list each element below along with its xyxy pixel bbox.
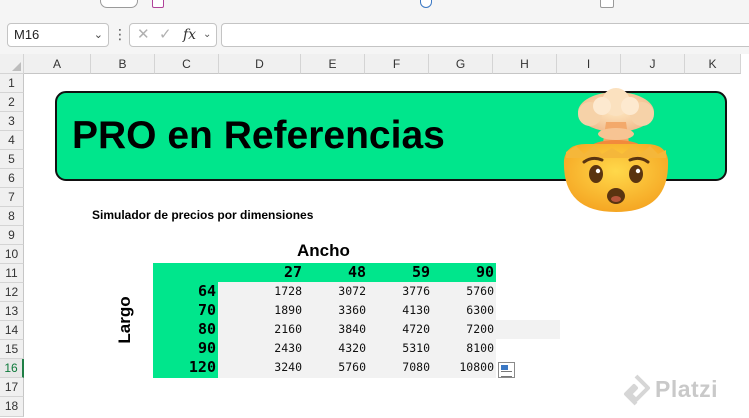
ribbon-icon[interactable]	[600, 0, 614, 8]
row-header[interactable]: 12	[0, 283, 24, 302]
ribbon-bar	[0, 0, 749, 16]
column-header[interactable]: E	[301, 54, 365, 74]
price-cell[interactable]: 3840	[306, 320, 366, 339]
ancho-value-cell[interactable]: 48	[306, 263, 366, 282]
name-box[interactable]: M16 ⌄	[7, 23, 109, 47]
ancho-value-cell[interactable]: 59	[370, 263, 430, 282]
ancho-value-cell[interactable]: 90	[434, 263, 494, 282]
chevron-down-icon[interactable]: ⌄	[203, 24, 211, 46]
price-cell[interactable]: 4320	[306, 339, 366, 358]
row-header[interactable]: 15	[0, 340, 24, 359]
cancel-icon[interactable]: ✕	[137, 24, 150, 46]
largo-value-cell[interactable]: 90	[156, 339, 216, 358]
price-cell[interactable]: 6300	[434, 301, 494, 320]
column-header[interactable]: H	[493, 54, 557, 74]
price-cell[interactable]: 4720	[370, 320, 430, 339]
row-header[interactable]: 3	[0, 112, 24, 131]
column-header[interactable]: C	[155, 54, 219, 74]
row-header[interactable]: 18	[0, 397, 24, 417]
confirm-icon[interactable]: ✓	[159, 24, 172, 46]
column-header[interactable]: G	[429, 54, 493, 74]
price-cell[interactable]: 5760	[306, 358, 366, 377]
price-cell[interactable]: 3072	[306, 282, 366, 301]
price-cell[interactable]: 3240	[242, 358, 302, 377]
price-cell[interactable]: 3776	[370, 282, 430, 301]
formula-input[interactable]	[221, 23, 749, 47]
price-cell[interactable]: 1728	[242, 282, 302, 301]
price-cell[interactable]: 4130	[370, 301, 430, 320]
column-header[interactable]: K	[685, 54, 741, 74]
column-header[interactable]: F	[365, 54, 429, 74]
platzi-logo-icon	[624, 374, 650, 406]
chevron-down-icon[interactable]: ⌄	[94, 24, 103, 46]
largo-label: Largo	[115, 296, 134, 344]
ancho-value-cell[interactable]: 27	[242, 263, 302, 282]
ribbon-icon[interactable]	[152, 0, 164, 8]
simulator-subtitle: Simulador de precios por dimensiones	[92, 208, 314, 222]
row-header[interactable]: 11	[0, 264, 24, 283]
column-header[interactable]: D	[219, 54, 301, 74]
column-header[interactable]: B	[91, 54, 155, 74]
column-header[interactable]: J	[621, 54, 685, 74]
ribbon-toggle[interactable]	[100, 0, 138, 8]
largo-value-cell[interactable]: 120	[156, 358, 216, 377]
formula-bar: M16 ⌄ ⋮ ✕ ✓ fx ⌄	[0, 16, 749, 54]
largo-value-cell[interactable]: 80	[156, 320, 216, 339]
price-cell[interactable]: 7080	[370, 358, 430, 377]
row-header[interactable]: 1	[0, 74, 24, 93]
quick-analysis-icon[interactable]	[498, 362, 515, 378]
platzi-watermark: Platzi	[617, 374, 742, 408]
select-all-corner[interactable]	[0, 54, 24, 74]
column-header[interactable]: I	[557, 54, 621, 74]
price-cell[interactable]: 5310	[370, 339, 430, 358]
price-cell[interactable]: 7200	[434, 320, 494, 339]
row-header[interactable]: 13	[0, 302, 24, 321]
largo-value-cell[interactable]: 70	[156, 301, 216, 320]
row-header[interactable]: 9	[0, 226, 24, 245]
exploding-head-emoji-icon	[563, 88, 669, 212]
watermark-text: Platzi	[655, 376, 719, 402]
row-header[interactable]: 6	[0, 169, 24, 188]
price-cell[interactable]: 2160	[242, 320, 302, 339]
formula-tools: ✕ ✓ fx ⌄	[129, 23, 217, 47]
price-cell[interactable]: 10800	[434, 358, 494, 377]
more-options-icon[interactable]: ⋮	[113, 24, 127, 46]
row-14-extra-fill	[496, 320, 560, 339]
ribbon-icon[interactable]	[420, 0, 432, 8]
column-header[interactable]: A	[24, 54, 91, 74]
name-box-value: M16	[14, 27, 40, 42]
row-header[interactable]: 4	[0, 131, 24, 150]
insert-function-icon[interactable]: fx	[183, 24, 196, 46]
row-header[interactable]: 8	[0, 207, 24, 226]
largo-value-cell[interactable]: 64	[156, 282, 216, 301]
price-cell[interactable]: 3360	[306, 301, 366, 320]
row-header[interactable]: 14	[0, 321, 24, 340]
row-header[interactable]: 7	[0, 188, 24, 207]
price-cell[interactable]: 5760	[434, 282, 494, 301]
largo-label-box: Largo	[100, 290, 150, 350]
row-header[interactable]: 17	[0, 378, 24, 397]
price-cell[interactable]: 8100	[434, 339, 494, 358]
price-cell[interactable]: 2430	[242, 339, 302, 358]
ancho-label: Ancho	[297, 241, 350, 260]
row-header[interactable]: 5	[0, 150, 24, 169]
row-header[interactable]: 16	[0, 359, 24, 378]
row-header[interactable]: 10	[0, 245, 24, 264]
price-cell[interactable]: 1890	[242, 301, 302, 320]
row-header[interactable]: 2	[0, 93, 24, 112]
banner-title: PRO en Referencias	[72, 114, 445, 157]
